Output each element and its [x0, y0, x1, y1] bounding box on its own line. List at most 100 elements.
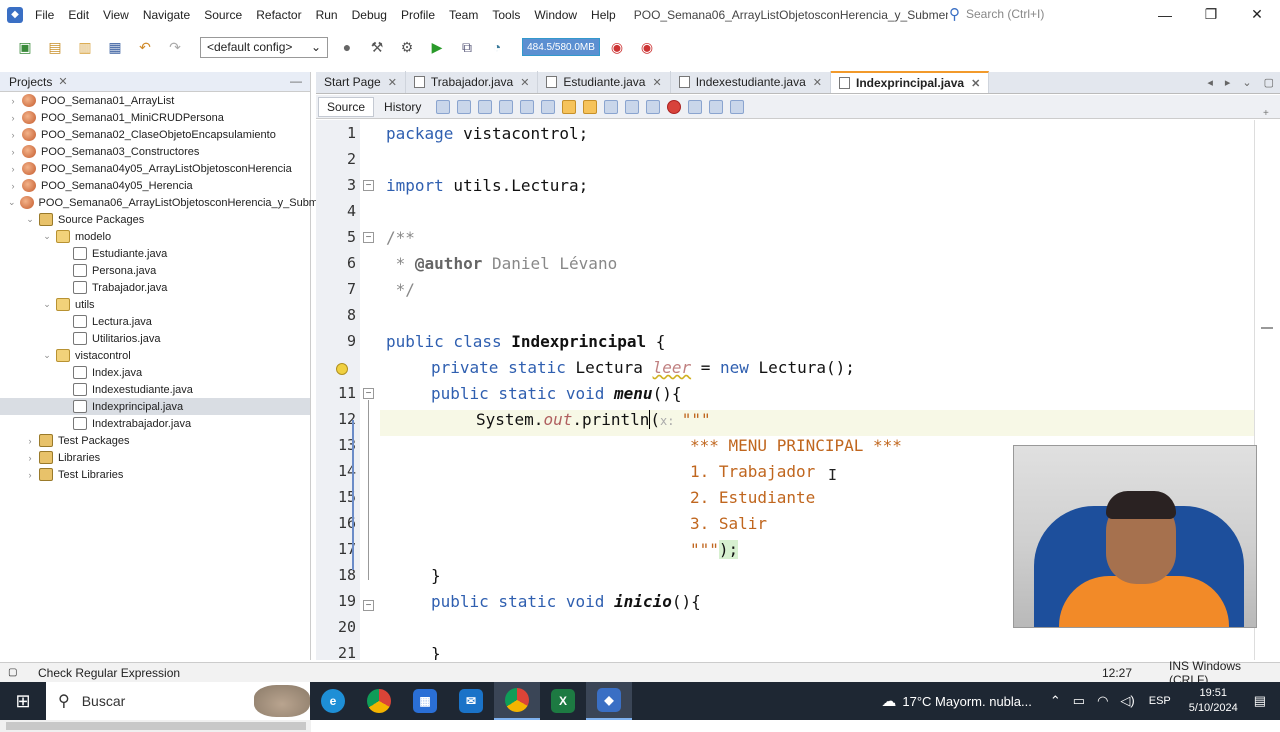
close-icon[interactable]: ✕: [971, 77, 980, 90]
gc-icon[interactable]: ◉: [606, 36, 628, 58]
tree-item[interactable]: › Test Packages: [0, 432, 310, 449]
config-globe-icon[interactable]: ●: [336, 36, 358, 58]
clean-icon[interactable]: ⚒: [366, 36, 388, 58]
caret-position[interactable]: 12:27: [1102, 666, 1132, 680]
error-stripe[interactable]: +: [1254, 108, 1280, 660]
maximize-button[interactable]: ❐: [1188, 0, 1234, 29]
scroll-thumb[interactable]: [6, 722, 306, 730]
collapse-icon[interactable]: ⌄: [42, 350, 52, 361]
up-arrow-icon[interactable]: +: [1263, 108, 1269, 119]
find-next-icon[interactable]: [520, 99, 535, 114]
expand-icon[interactable]: ›: [25, 470, 35, 480]
tree-item[interactable]: ⌄ vistacontrol: [0, 347, 310, 364]
language-indicator[interactable]: ESP: [1149, 695, 1171, 707]
windows-start-icon[interactable]: ⊞: [0, 682, 46, 720]
run-icon[interactable]: ▶: [426, 36, 448, 58]
new-project-icon[interactable]: ▤: [44, 36, 66, 58]
prev-bookmark-icon[interactable]: [562, 99, 577, 114]
forward-icon[interactable]: [457, 99, 472, 114]
tree-item[interactable]: Utilitarios.java: [0, 330, 310, 347]
toggle-highlight-icon[interactable]: [541, 99, 556, 114]
tree-item[interactable]: ⌄ Source Packages: [0, 211, 310, 228]
tree-item[interactable]: Index.java: [0, 364, 310, 381]
tree-item[interactable]: Indextrabajador.java: [0, 415, 310, 432]
source-tab[interactable]: Source: [318, 96, 375, 117]
tree-item[interactable]: › Libraries: [0, 449, 310, 466]
tab-scroll-right-icon[interactable]: ▸: [1225, 76, 1231, 89]
collapse-icon[interactable]: ⌄: [42, 231, 52, 242]
store-icon[interactable]: ▦: [402, 682, 448, 720]
fold-toggle[interactable]: −: [363, 600, 374, 611]
tree-item[interactable]: Indexprincipal.java: [0, 398, 310, 415]
tab-list-icon[interactable]: ⌄: [1242, 76, 1251, 89]
tree-item[interactable]: › POO_Semana01_ArrayList: [0, 92, 310, 109]
fold-toggle[interactable]: −: [363, 180, 374, 191]
new-file-icon[interactable]: ▣: [14, 36, 36, 58]
shift-left-icon[interactable]: [625, 99, 640, 114]
profile-ide-icon[interactable]: ◉: [636, 36, 658, 58]
collapse-icon[interactable]: ⌄: [42, 299, 52, 310]
minimize-icon[interactable]: —: [290, 74, 302, 88]
menu-team[interactable]: Team: [449, 8, 478, 22]
close-icon[interactable]: ✕: [58, 75, 67, 88]
minimize-button[interactable]: —: [1142, 0, 1188, 29]
notification-icon[interactable]: ▢: [8, 667, 17, 678]
tab-estudiante[interactable]: Estudiante.java ✕: [538, 71, 671, 93]
mail-icon[interactable]: ✉: [448, 682, 494, 720]
config-select[interactable]: <default config> ⌄: [200, 36, 328, 58]
tree-item[interactable]: Lectura.java: [0, 313, 310, 330]
find-prev-icon[interactable]: [499, 99, 514, 114]
menu-edit[interactable]: Edit: [68, 8, 89, 22]
menu-profile[interactable]: Profile: [401, 8, 435, 22]
menu-refactor[interactable]: Refactor: [256, 8, 301, 22]
save-all-icon[interactable]: ▦: [104, 36, 126, 58]
clean-build-icon[interactable]: ⚙: [396, 36, 418, 58]
back-icon[interactable]: [436, 99, 451, 114]
chevron-up-icon[interactable]: ⌃: [1050, 693, 1061, 709]
expand-icon[interactable]: ›: [8, 147, 18, 157]
expand-icon[interactable]: ›: [8, 130, 18, 140]
expand-icon[interactable]: ›: [8, 181, 18, 191]
shift-right-icon[interactable]: [646, 99, 661, 114]
tab-indexestudiante[interactable]: Indexestudiante.java ✕: [671, 71, 832, 93]
expand-icon[interactable]: ›: [8, 96, 18, 106]
tree-item[interactable]: › POO_Semana04y05_ArrayListObjetosconHere…: [0, 160, 310, 177]
volume-icon[interactable]: ◁): [1120, 693, 1134, 709]
expand-icon[interactable]: ›: [8, 164, 18, 174]
clock[interactable]: 19:51 5/10/2024: [1189, 686, 1238, 716]
tree-item[interactable]: ⌄ modelo: [0, 228, 310, 245]
tree-item[interactable]: ⌄ POO_Semana06_ArrayListObjetosconHerenci…: [0, 194, 336, 211]
debug-icon[interactable]: ⧉: [456, 36, 478, 58]
history-tab[interactable]: History: [376, 97, 429, 117]
collapse-icon[interactable]: ⌄: [8, 197, 16, 208]
search-box[interactable]: ⚲ Search (Ctrl+I): [948, 3, 1152, 25]
maximize-icon[interactable]: ▢: [1264, 76, 1274, 89]
tree-item[interactable]: › Test Libraries: [0, 466, 310, 483]
stop-macro-icon[interactable]: [688, 99, 703, 114]
chrome-icon[interactable]: [356, 682, 402, 720]
close-icon[interactable]: ✕: [652, 76, 661, 89]
tree-item[interactable]: Trabajador.java: [0, 279, 310, 296]
tree-item[interactable]: Estudiante.java: [0, 245, 310, 262]
profile-icon[interactable]: ◔: [486, 36, 508, 58]
menu-window[interactable]: Window: [534, 8, 577, 22]
fold-toggle[interactable]: −: [363, 232, 374, 243]
expand-icon[interactable]: ›: [25, 453, 35, 463]
next-bookmark-icon[interactable]: [583, 99, 598, 114]
undo-icon[interactable]: ↶: [134, 36, 156, 58]
close-icon[interactable]: ✕: [813, 76, 822, 89]
expand-icon[interactable]: ›: [25, 436, 35, 446]
tab-indexprincipal[interactable]: Indexprincipal.java ✕: [831, 71, 990, 93]
horizontal-scrollbar[interactable]: [0, 720, 311, 732]
tree-item[interactable]: Persona.java: [0, 262, 310, 279]
record-macro-icon[interactable]: [667, 99, 682, 114]
close-icon[interactable]: ✕: [520, 76, 529, 89]
toggle-bookmark-icon[interactable]: [604, 99, 619, 114]
excel-icon[interactable]: X: [540, 682, 586, 720]
tree-item[interactable]: › POO_Semana01_MiniCRUDPersona: [0, 109, 310, 126]
fold-toggle[interactable]: −: [363, 388, 374, 399]
menu-file[interactable]: File: [35, 8, 54, 22]
menu-run[interactable]: Run: [316, 8, 338, 22]
close-icon[interactable]: ✕: [388, 76, 397, 89]
tree-item[interactable]: › POO_Semana02_ClaseObjetoEncapsulamiento: [0, 126, 310, 143]
